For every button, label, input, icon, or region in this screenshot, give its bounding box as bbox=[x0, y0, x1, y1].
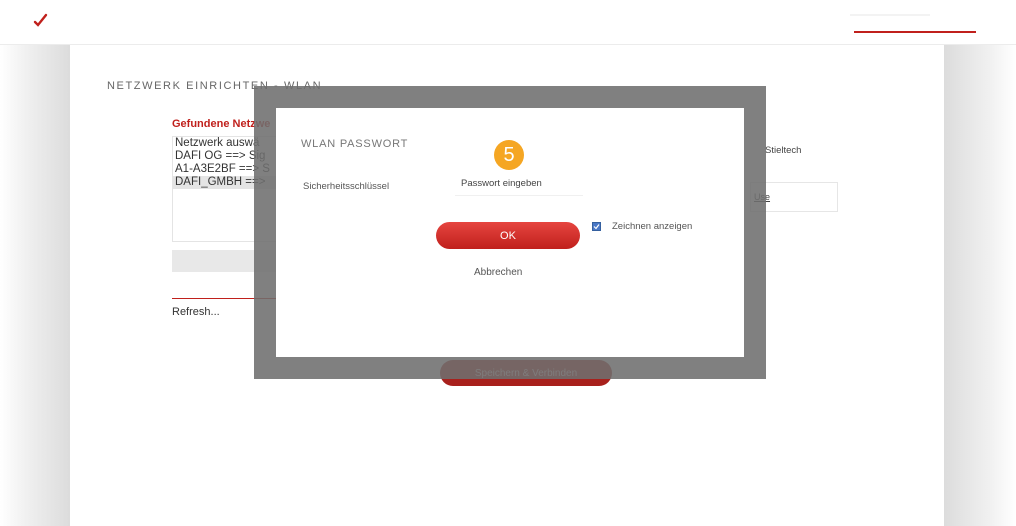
modal-title: WLAN PASSWORT bbox=[301, 138, 409, 150]
show-characters-checkbox[interactable] bbox=[592, 222, 601, 231]
right-side-panel bbox=[944, 45, 1016, 526]
checkmark-icon bbox=[593, 224, 600, 230]
ok-button[interactable]: OK bbox=[436, 222, 580, 249]
password-input[interactable] bbox=[455, 172, 583, 196]
left-side-panel bbox=[0, 45, 70, 526]
refresh-link[interactable]: Refresh... bbox=[172, 306, 220, 318]
header-accent-line bbox=[854, 31, 976, 33]
checkmark-logo-icon bbox=[33, 13, 48, 27]
security-key-label: Sicherheitsschlüssel bbox=[303, 181, 390, 192]
step-number-badge: 5 bbox=[494, 140, 524, 170]
show-characters-label[interactable]: Zeichnen anzeigen bbox=[612, 221, 692, 232]
top-header bbox=[0, 0, 1016, 45]
header-faint-line bbox=[850, 14, 930, 16]
right-side-label: Stieltech bbox=[765, 145, 802, 156]
cancel-link[interactable]: Abbrechen bbox=[474, 267, 522, 278]
